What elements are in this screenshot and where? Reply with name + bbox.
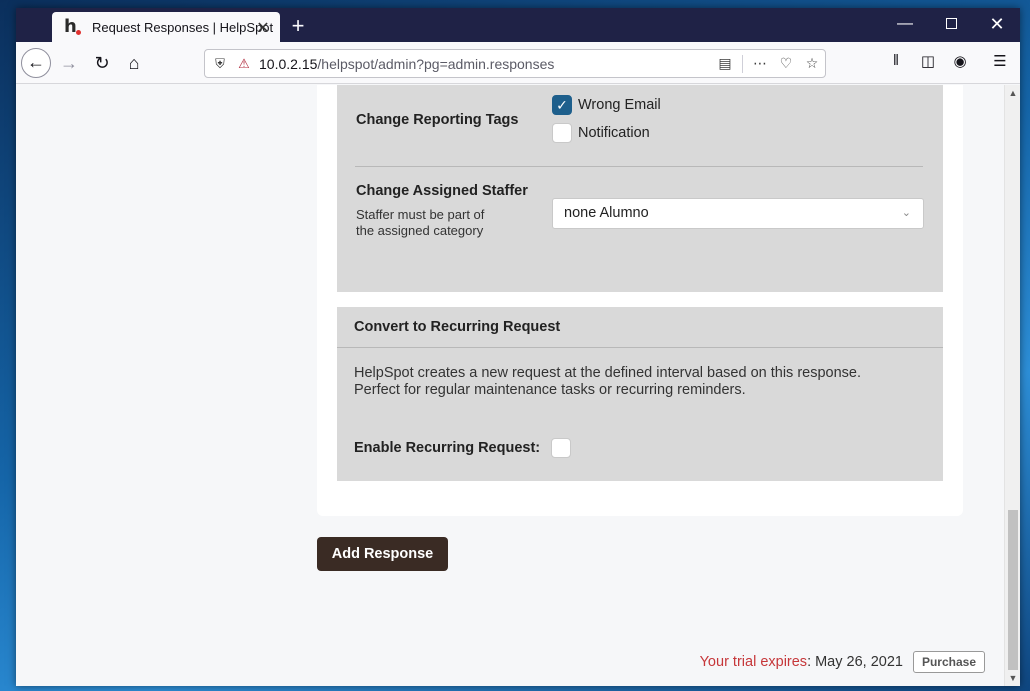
purchase-button[interactable]: Purchase — [912, 651, 985, 673]
url-text[interactable]: 10.0.2.15/helpspot/admin?pg=admin.respon… — [259, 56, 712, 72]
scroll-down-icon[interactable]: ▼ — [1005, 670, 1020, 686]
browser-window: h Request Responses | HelpSpot ✕ + — ✕ ←… — [16, 8, 1020, 686]
title-bar: h Request Responses | HelpSpot ✕ + — ✕ — [16, 8, 1020, 42]
tab-title: Request Responses | HelpSpot — [92, 19, 274, 35]
sidebar-icon[interactable]: ◫ — [916, 52, 940, 70]
account-icon[interactable]: ◉ — [948, 52, 972, 70]
shield-icon[interactable]: ⛨ — [207, 56, 233, 72]
notification-label: Notification — [578, 125, 650, 141]
tab-request-responses[interactable]: h Request Responses | HelpSpot ✕ — [52, 12, 280, 42]
library-icon[interactable]: ‖ — [884, 52, 908, 69]
tag-option-wrong-email[interactable]: ✓ Wrong Email — [552, 95, 661, 115]
home-icon[interactable]: ⌂ — [119, 48, 149, 78]
trial-label: Your trial expires — [699, 654, 808, 670]
staffer-help-line1: Staffer must be part of — [356, 207, 485, 222]
pocket-icon[interactable]: ♡ — [773, 55, 799, 72]
recurring-description-line1: HelpSpot creates a new request at the de… — [354, 365, 862, 381]
assigned-staffer-label: Change Assigned Staffer — [356, 183, 528, 199]
trial-colon: : — [807, 654, 812, 670]
tab-close-icon[interactable]: ✕ — [254, 18, 272, 38]
more-icon[interactable]: ⋯ — [747, 55, 773, 72]
staffer-select[interactable]: none Alumno ⌄ — [552, 198, 924, 229]
enable-recurring-label: Enable Recurring Request: — [354, 440, 541, 456]
section-divider — [355, 166, 923, 167]
options-panel: Change Reporting Tags ✓ Wrong Email Noti… — [337, 85, 943, 292]
response-form-card: Change Reporting Tags ✓ Wrong Email Noti… — [317, 85, 963, 516]
bookmark-star-icon[interactable]: ☆ — [799, 55, 825, 72]
recurring-description: HelpSpot creates a new request at the de… — [354, 365, 924, 399]
url-host: 10.0.2.15 — [259, 55, 318, 72]
trial-date: May 26, 2021 — [815, 654, 903, 670]
recurring-panel-title: Convert to Recurring Request — [337, 307, 943, 348]
reader-view-icon[interactable]: ▤ — [712, 55, 738, 72]
staffer-select-value: none Alumno — [564, 205, 649, 221]
wrong-email-checkbox[interactable]: ✓ — [552, 95, 572, 115]
add-response-button[interactable]: Add Response — [317, 537, 448, 571]
new-tab-button[interactable]: + — [286, 13, 310, 39]
menu-icon[interactable]: ☰ — [988, 52, 1012, 70]
maximize-button[interactable] — [928, 8, 974, 42]
url-bar[interactable]: ⛨ ⚠ 10.0.2.15/helpspot/admin?pg=admin.re… — [204, 49, 826, 78]
wrong-email-label: Wrong Email — [578, 97, 661, 113]
reporting-tags-label: Change Reporting Tags — [356, 112, 519, 128]
minimize-button[interactable]: — — [882, 8, 928, 42]
back-icon[interactable]: ← — [21, 48, 51, 78]
chevron-down-icon: ⌄ — [901, 207, 911, 219]
scroll-up-icon[interactable]: ▲ — [1005, 85, 1020, 101]
insecure-lock-icon[interactable]: ⚠ — [233, 56, 255, 72]
enable-recurring-checkbox[interactable] — [551, 438, 571, 458]
url-path: /helpspot/admin?pg=admin.responses — [317, 55, 555, 72]
vertical-scrollbar[interactable]: ▲ ▼ — [1004, 85, 1020, 686]
reload-icon[interactable]: ↻ — [87, 48, 117, 78]
page-content: Change Reporting Tags ✓ Wrong Email Noti… — [16, 85, 1004, 686]
recurring-description-line2: Perfect for regular maintenance tasks or… — [354, 382, 746, 398]
trial-notice: Your trial expires: May 26, 2021 Purchas… — [700, 651, 985, 673]
helpspot-favicon-icon: h — [64, 16, 86, 38]
staffer-help-line2: the assigned category — [356, 223, 484, 238]
forward-icon[interactable]: → — [54, 48, 84, 78]
tag-option-notification[interactable]: Notification — [552, 123, 650, 143]
url-separator — [742, 54, 743, 73]
notification-checkbox[interactable] — [552, 123, 572, 143]
navigation-toolbar: ← → ↻ ⌂ ⛨ ⚠ 10.0.2.15/helpspot/admin?pg=… — [16, 42, 1020, 84]
scrollbar-thumb[interactable] — [1008, 510, 1018, 670]
close-window-button[interactable]: ✕ — [974, 8, 1020, 42]
recurring-panel: Convert to Recurring Request HelpSpot cr… — [337, 307, 943, 481]
